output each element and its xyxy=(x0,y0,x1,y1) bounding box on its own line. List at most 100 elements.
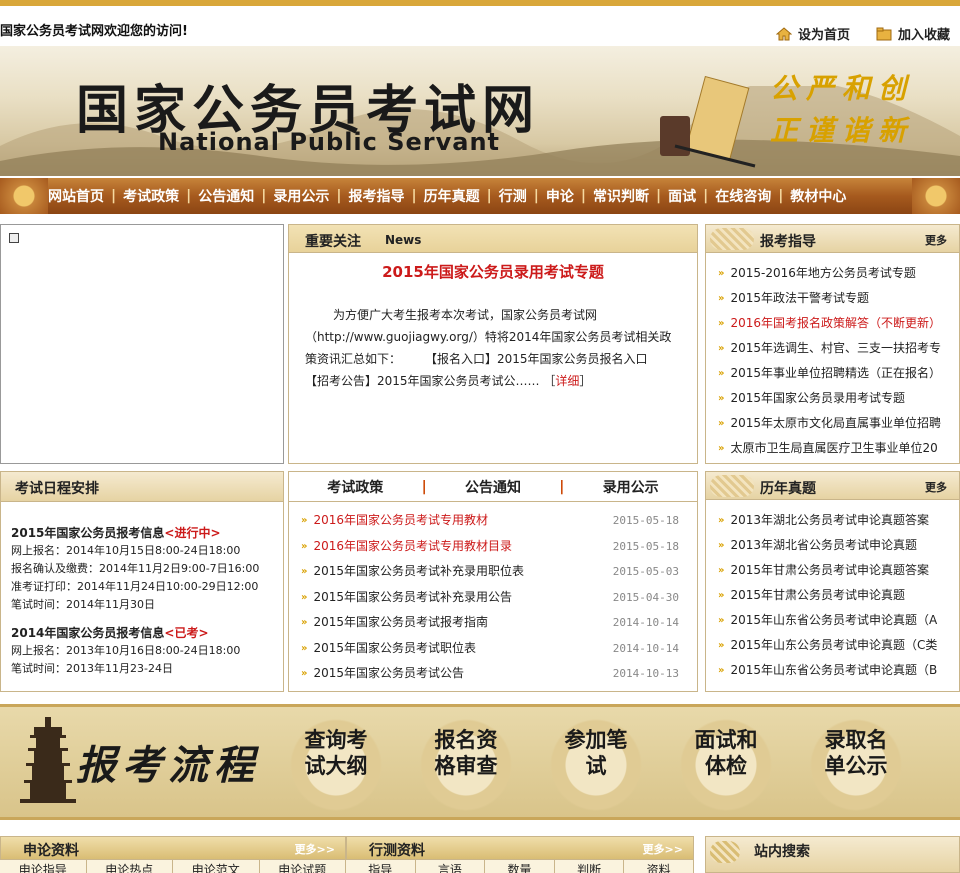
papers-list-item[interactable]: » 2015年山东省公务员考试申论真题（A xyxy=(718,608,959,633)
process-banner[interactable]: 报考流程 查询考试大纲 报名资格审查 参加笔试 面试和体检 录取名单公示 xyxy=(0,704,960,820)
nav-item-label[interactable]: 历年真题 xyxy=(424,186,480,206)
nav-item-label[interactable]: 面试 xyxy=(668,186,696,206)
nav-separator: | xyxy=(111,188,117,204)
policy-item-date: 2014-10-14 xyxy=(612,616,679,629)
papers-list-item[interactable]: » 2015年山东公务员考试申论真题（C类 xyxy=(718,633,959,658)
shenlun-tab[interactable]: 申论试题 xyxy=(259,860,346,873)
guide-item-link[interactable]: 2015年国家公务员录用考试专题 xyxy=(730,386,905,411)
guide-item-link[interactable]: 2015年选调生、村官、三支一扶招考专 xyxy=(730,336,941,361)
nav-item-label[interactable]: 教材中心 xyxy=(790,186,846,206)
nav-item[interactable]: | 录用公示 xyxy=(254,186,329,206)
nav-item-label[interactable]: 常识判断 xyxy=(593,186,649,206)
policy-item-link[interactable]: 2016年国家公务员考试专用教材 xyxy=(313,508,488,534)
policy-tab[interactable]: 公告通知 xyxy=(427,477,560,497)
news-headline[interactable]: 2015年国家公务员录用考试专题 xyxy=(289,261,697,282)
papers-item-link[interactable]: 2015年甘肃公务员考试申论真题答案 xyxy=(730,558,929,583)
papers-item-link[interactable]: 2015年甘肃公务员考试申论真题 xyxy=(730,583,905,608)
policy-item-link[interactable]: 2015年国家公务员考试补充录用公告 xyxy=(313,585,512,611)
guide-item-link[interactable]: 太原市卫生局直属医疗卫生事业单位20 xyxy=(730,436,937,461)
nav-item-label[interactable]: 录用公示 xyxy=(273,186,329,206)
guide-item-link[interactable]: 2015年太原市文化局直属事业单位招聘 xyxy=(730,411,941,436)
guide-item-link[interactable]: 2015年事业单位招聘精选（正在报名） xyxy=(730,361,941,386)
policy-item-link[interactable]: 2015年国家公务员考试报考指南 xyxy=(313,610,488,636)
guide-item-link[interactable]: 2015-2016年地方公务员考试专题 xyxy=(730,261,915,286)
shenlun-tab[interactable]: 申论热点 xyxy=(86,860,173,873)
guide-item-link[interactable]: 2016年国考报名政策解答（不断更新） xyxy=(730,311,941,336)
policy-list-item[interactable]: » 2016年国家公务员考试专用教材目录 2015-05-18 xyxy=(301,534,697,560)
news-body: 为方便广大考生报考本次考试，国家公务员考试网（http://www.guojia… xyxy=(289,282,697,392)
news-detail-link[interactable]: 详细 xyxy=(555,374,579,388)
xingce-tab[interactable]: 数量 xyxy=(485,860,555,873)
policy-list-item[interactable]: » 2015年国家公务员考试补充录用职位表 2015-05-03 xyxy=(301,559,697,585)
guide-list-item[interactable]: » 2015-2016年地方公务员考试专题 xyxy=(718,261,959,286)
guide-list-item[interactable]: » 2015年国家公务员录用考试专题 xyxy=(718,386,959,411)
papers-item-link[interactable]: 2015年山东省公务员考试申论真题（A xyxy=(730,608,937,633)
nav-item[interactable]: | 行测 xyxy=(480,186,527,206)
nav-item-label[interactable]: 考试政策 xyxy=(123,186,179,206)
nav-item[interactable]: | 公告通知 xyxy=(179,186,254,206)
papers-more-link[interactable]: 更多 xyxy=(925,479,947,495)
guide-list-item[interactable]: » 2015年太原市文化局直属事业单位招聘 xyxy=(718,411,959,436)
nav-item[interactable]: | 面试 xyxy=(649,186,696,206)
nav-item-label[interactable]: 报考指导 xyxy=(349,186,405,206)
nav-item[interactable]: | 考试政策 xyxy=(104,186,179,206)
nav-item[interactable]: | 教材中心 xyxy=(771,186,846,206)
policy-list-item[interactable]: » 2016年国家公务员考试专用教材 2015-05-18 xyxy=(301,508,697,534)
policy-list-item[interactable]: » 2015年国家公务员考试公告 2014-10-13 xyxy=(301,661,697,687)
policy-item-link[interactable]: 2015年国家公务员考试公告 xyxy=(313,661,464,687)
xingce-tab[interactable]: 指导 xyxy=(346,860,416,873)
double-arrow-icon: » xyxy=(301,668,308,679)
nav-item[interactable]: | 报考指导 xyxy=(329,186,404,206)
shenlun-tab[interactable]: 申论范文 xyxy=(173,860,260,873)
nav-item-label[interactable]: 申论 xyxy=(546,186,574,206)
guide-list-item[interactable]: » 2015年政法干警考试专题 xyxy=(718,286,959,311)
shenlun-more-link[interactable]: 更多>> xyxy=(295,841,335,857)
add-favorite-link[interactable]: 加入收藏 xyxy=(876,24,950,43)
policy-list-item[interactable]: » 2015年国家公务员考试报考指南 2014-10-14 xyxy=(301,610,697,636)
nav-item[interactable]: | 常识判断 xyxy=(574,186,649,206)
main-nav: 网站首页 | 考试政策 | 公告通知 | 录用公示 | 报考指导 | 历年真题 | 行测 | 申论 | 常识判断… xyxy=(0,178,960,214)
guide-list-item[interactable]: » 2015年选调生、村官、三支一扶招考专 xyxy=(718,336,959,361)
papers-list-item[interactable]: » 2015年山东省公务员考试申论真题（B xyxy=(718,658,959,683)
guide-more-link[interactable]: 更多 xyxy=(925,232,947,248)
set-home-link[interactable]: 设为首页 xyxy=(775,24,850,43)
shenlun-tab[interactable]: 申论指导 xyxy=(0,860,87,873)
schedule-title: 考试日程安排 xyxy=(15,481,99,497)
nav-item-label[interactable]: 行测 xyxy=(499,186,527,206)
papers-item-link[interactable]: 2013年湖北省公务员考试申论真题 xyxy=(730,533,917,558)
papers-list-item[interactable]: » 2015年甘肃公务员考试申论真题答案 xyxy=(718,558,959,583)
policy-item-link[interactable]: 2015年国家公务员考试职位表 xyxy=(313,636,476,662)
nav-left-ornament xyxy=(0,178,48,214)
papers-list-item[interactable]: » 2013年湖北公务员考试申论真题答案 xyxy=(718,508,959,533)
guide-list-item[interactable]: » 2015年事业单位招聘精选（正在报名） xyxy=(718,361,959,386)
policy-item-link[interactable]: 2015年国家公务员考试补充录用职位表 xyxy=(313,559,524,585)
xingce-tab[interactable]: 资料 xyxy=(624,860,694,873)
papers-item-link[interactable]: 2013年湖北公务员考试申论真题答案 xyxy=(730,508,929,533)
double-arrow-icon: » xyxy=(718,318,725,329)
featured-image-box[interactable] xyxy=(0,224,284,464)
xingce-tab[interactable]: 言语 xyxy=(415,860,486,873)
guide-item-link[interactable]: 2015年政法干警考试专题 xyxy=(730,286,869,311)
nav-item[interactable]: 网站首页 xyxy=(48,186,104,206)
papers-item-link[interactable]: 2015年山东省公务员考试申论真题（B xyxy=(730,658,937,683)
papers-list-item[interactable]: » 2013年湖北省公务员考试申论真题 xyxy=(718,533,959,558)
policy-list-item[interactable]: » 2015年国家公务员考试补充录用公告 2015-04-30 xyxy=(301,585,697,611)
nav-item[interactable]: | 在线咨询 xyxy=(696,186,771,206)
policy-list-item[interactable]: » 2015年国家公务员考试职位表 2014-10-14 xyxy=(301,636,697,662)
nav-separator: | xyxy=(656,188,662,204)
nav-item-label[interactable]: 公告通知 xyxy=(198,186,254,206)
xingce-tab[interactable]: 判断 xyxy=(554,860,625,873)
papers-item-link[interactable]: 2015年山东公务员考试申论真题（C类 xyxy=(730,633,937,658)
nav-item-label[interactable]: 网站首页 xyxy=(48,186,104,206)
nav-item-label[interactable]: 在线咨询 xyxy=(715,186,771,206)
policy-item-link[interactable]: 2016年国家公务员考试专用教材目录 xyxy=(313,534,512,560)
nav-item[interactable]: | 历年真题 xyxy=(405,186,480,206)
papers-list-item[interactable]: » 2015年甘肃公务员考试申论真题 xyxy=(718,583,959,608)
guide-list-item[interactable]: » 2016年国考报名政策解答（不断更新） xyxy=(718,311,959,336)
policy-tab[interactable]: 考试政策 xyxy=(289,477,422,497)
nav-item[interactable]: | 申论 xyxy=(527,186,574,206)
xingce-more-link[interactable]: 更多>> xyxy=(643,841,683,857)
policy-tab[interactable]: 录用公示 xyxy=(564,477,697,497)
schedule-block-name: 2015年国家公务员报考信息 xyxy=(11,526,165,540)
guide-list-item[interactable]: » 太原市卫生局直属医疗卫生事业单位20 xyxy=(718,436,959,461)
